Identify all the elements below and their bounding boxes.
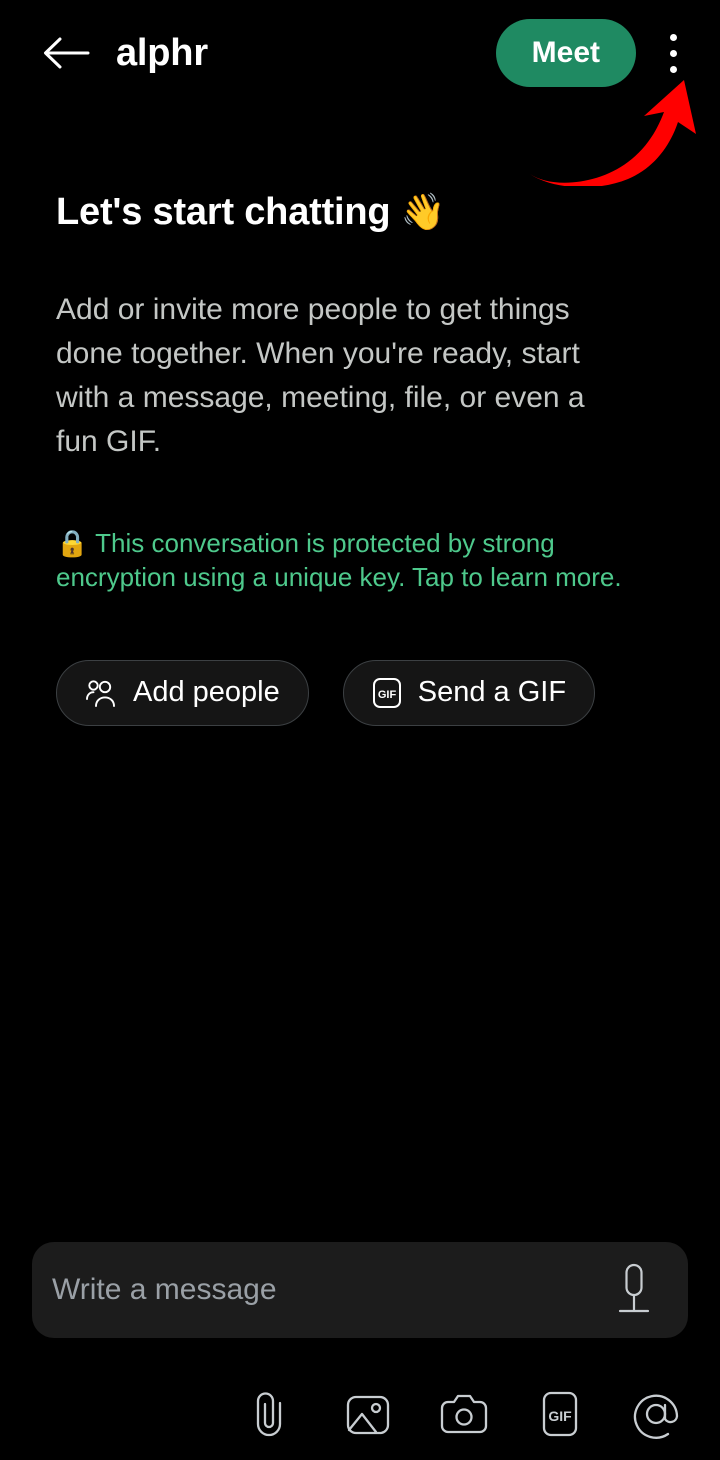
more-vertical-icon-dot-1	[669, 33, 677, 41]
add-people-label: Add people	[133, 676, 280, 709]
send-gif-label: Send a GIF	[417, 676, 567, 709]
microphone-button[interactable]	[606, 1257, 662, 1323]
microphone-icon	[618, 1263, 650, 1313]
gif-button[interactable]: GIF	[529, 1380, 591, 1450]
waving-hand-icon: 👋	[400, 191, 446, 232]
more-vertical-icon-dot-2	[669, 49, 677, 57]
lock-icon: 🔒	[56, 527, 89, 558]
gif-icon: GIF	[542, 1391, 578, 1437]
gif-box-icon: GIF	[372, 677, 402, 709]
attachment-toolbar: GIF	[0, 1370, 720, 1460]
app-bar: alphr Meet	[0, 0, 720, 106]
at-mention-icon	[633, 1394, 679, 1439]
message-composer[interactable]	[32, 1242, 688, 1338]
svg-text:GIF: GIF	[548, 1408, 572, 1424]
action-buttons-row: Add people GIF Send a GIF	[56, 659, 664, 726]
headline: Let's start chatting 👋	[56, 190, 664, 236]
back-button[interactable]	[38, 25, 94, 81]
people-group-icon	[85, 679, 117, 707]
meet-button[interactable]: Meet	[495, 19, 636, 87]
camera-button[interactable]	[433, 1380, 495, 1450]
more-vertical-icon-dot-3	[669, 65, 677, 73]
encryption-notice-text: This conversation is protected by strong…	[56, 527, 622, 592]
attach-file-button[interactable]	[241, 1380, 303, 1450]
intro-paragraph: Add or invite more people to get things …	[56, 292, 585, 458]
encryption-notice[interactable]: 🔒 This conversation is protected by stro…	[56, 526, 664, 594]
svg-text:GIF: GIF	[378, 689, 397, 701]
paperclip-icon	[256, 1392, 282, 1437]
mention-button[interactable]	[625, 1380, 687, 1450]
send-gif-button[interactable]: GIF Send a GIF	[342, 659, 596, 726]
page-title: alphr	[116, 31, 208, 74]
add-people-button[interactable]: Add people	[56, 659, 309, 726]
overflow-menu-button[interactable]	[642, 18, 704, 88]
arrow-left-icon	[44, 37, 90, 69]
camera-icon	[440, 1394, 488, 1434]
message-input[interactable]	[52, 1273, 606, 1307]
gallery-button[interactable]	[337, 1380, 399, 1450]
image-icon	[346, 1395, 390, 1435]
headline-text: Let's start chatting	[56, 191, 391, 233]
main-content: Let's start chatting 👋 Add or invite mor…	[0, 106, 720, 726]
